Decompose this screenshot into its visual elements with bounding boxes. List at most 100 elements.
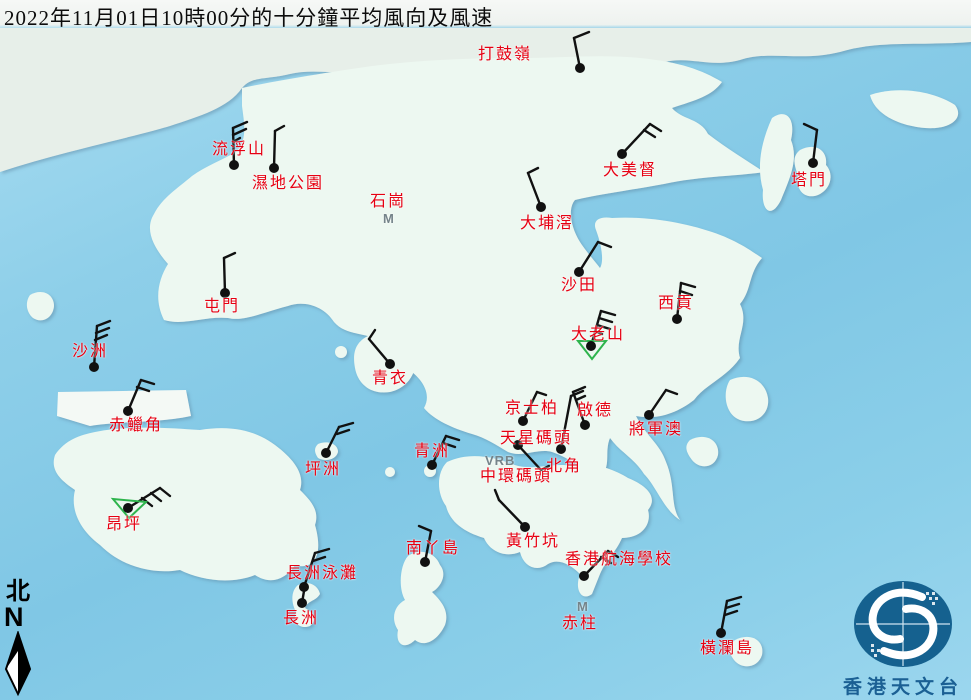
station-dot-waglan-island [716,628,726,638]
station-label-cheung-chau-beach: 長洲泳灘 [286,566,358,582]
station-dot-tsing-yi [385,359,395,369]
north-arrow-icon [3,631,39,697]
wind-barb-tai-po-kau [528,168,538,173]
station-label-green-island: 青洲 [414,444,450,460]
station-label-peng-chau: 坪洲 [305,462,341,478]
station-label-tap-mun: 塔門 [791,173,827,189]
station-dot-lamma-island [420,557,430,567]
wind-barb-wetland-park [275,126,284,131]
wind-barb-sha-chau [97,321,110,326]
station-dot-ngong-ping [123,503,133,513]
station-label-lamma-island: 南丫島 [406,541,460,557]
station-dot-chek-lap-kok [123,406,133,416]
station-dot-wetland-park [269,163,279,173]
wind-barb-star-ferry-pier [518,445,541,470]
station-label-cheung-chau: 長洲 [283,611,319,627]
wind-barb-tai-mei-tuk [622,124,650,154]
wind-barb-tai-po-kau [528,173,541,207]
hko-logo: 香港天文台 HONG KONG OBSERVATORY [833,578,971,700]
wind-barb-sha-tin [598,242,611,247]
wind-barb-chek-lap-kok [141,380,154,384]
wind-barb-sai-kung [681,283,695,287]
station-label-hk-sea-school: 香港航海學校 [565,552,673,568]
station-dot-lau-fau-shan [229,160,239,170]
station-dot-green-island [427,460,437,470]
station-dot-sha-chau [89,362,99,372]
wind-barb-green-island [446,436,459,440]
hko-logo-chinese: 香港天文台 [833,672,971,699]
wind-barb-chek-lap-kok [137,387,149,391]
wind-barb-peng-chau [337,430,349,434]
station-label-kings-park: 京士柏 [505,401,559,417]
wind-barb-cheung-chau-beach [315,549,329,553]
station-dot-kai-tak [580,420,590,430]
station-label-north-point: 北角 [546,459,582,475]
wind-barb-tsing-yi [369,330,375,339]
compass-north-letter: N [4,605,43,631]
station-dot-tai-mei-tuk [617,149,627,159]
wind-barb-tates-cairn [599,318,612,322]
wind-barb-kai-tak [576,396,585,400]
wind-barb-ngong-ping [151,493,161,501]
station-label-ta-kwu-ling: 打鼓嶺 [478,47,532,63]
station-dot-tap-mun [808,158,818,168]
station-dot-tai-po-kau [536,202,546,212]
wind-barb-kings-park [537,392,546,395]
north-compass: 北 N [3,580,43,700]
station-dot-tuen-mun [220,288,230,298]
station-marker-central-pier: VRB [485,454,515,467]
wind-barb-peng-chau [339,423,353,427]
station-label-tates-cairn: 大老山 [571,327,625,343]
station-label-stanley: 赤柱 [562,616,598,632]
wind-barb-lau-fau-shan [233,129,246,135]
station-dot-wong-chuk-hang [520,522,530,532]
wind-barb-ngong-ping [160,488,170,496]
hko-logo-icon [848,578,958,670]
station-label-central-pier: 中環碼頭 [480,469,552,485]
wind-barb-sha-tin [579,242,598,272]
wind-barb-tates-cairn [601,311,615,315]
station-label-lau-fau-shan: 流浮山 [212,142,266,158]
wind-barb-tai-mei-tuk [650,124,661,131]
station-dot-cheung-chau [297,598,307,608]
wind-barb-chek-lap-kok [128,380,141,411]
station-dot-kings-park [518,416,528,426]
station-label-wetland-park: 濕地公園 [252,176,324,192]
station-label-star-ferry-pier: 天星碼頭 [500,431,572,447]
wind-barb-tuen-mun [224,258,225,293]
station-label-sha-chau: 沙洲 [72,344,108,360]
station-marker-shek-kong: M [383,212,395,225]
station-dot-sha-tin [574,267,584,277]
station-label-tuen-mun: 屯門 [204,299,240,315]
station-label-tai-mei-tuk: 大美督 [603,163,657,179]
wind-barb-tuen-mun [224,253,235,258]
wind-barb-lamma-island [419,526,431,531]
station-dot-peng-chau [321,448,331,458]
station-label-shek-kong: 石崗 [370,194,406,210]
station-label-chek-lap-kok: 赤鱲角 [109,418,163,434]
station-label-tseung-kwan-o: 將軍澳 [629,422,683,438]
station-label-wong-chuk-hang: 黃竹坑 [506,534,560,550]
wind-barb-tseung-kwan-o [666,390,677,394]
station-dot-sai-kung [672,314,682,324]
wind-barb-waglan-island [726,604,739,608]
wind-map-page: 2022年11月01日10時00分的十分鐘平均風向及風速 打鼓嶺流浮山濕地公園大… [0,0,971,700]
wind-barb-waglan-island [725,611,737,615]
station-dot-ta-kwu-ling [575,63,585,73]
wind-barb-wong-chuk-hang [495,490,499,500]
station-marker-stanley: M [577,600,589,613]
wind-barb-layer [0,0,971,700]
station-label-waglan-island: 橫瀾島 [700,641,754,657]
wind-barb-ta-kwu-ling [574,32,589,38]
wind-barb-tap-mun [804,124,817,130]
station-label-sai-kung: 西貢 [658,296,694,312]
station-dot-hk-sea-school [579,571,589,581]
station-label-ngong-ping: 昂坪 [106,517,142,533]
wind-barb-tai-mei-tuk [644,130,655,137]
wind-barb-cheung-chau-beach [313,557,325,561]
station-label-kai-tak: 啟德 [577,403,613,419]
wind-barb-waglan-island [727,597,741,601]
wind-barb-wetland-park [274,131,275,168]
station-label-tai-po-kau: 大埔滘 [520,216,574,232]
station-label-sha-tin: 沙田 [561,278,597,294]
